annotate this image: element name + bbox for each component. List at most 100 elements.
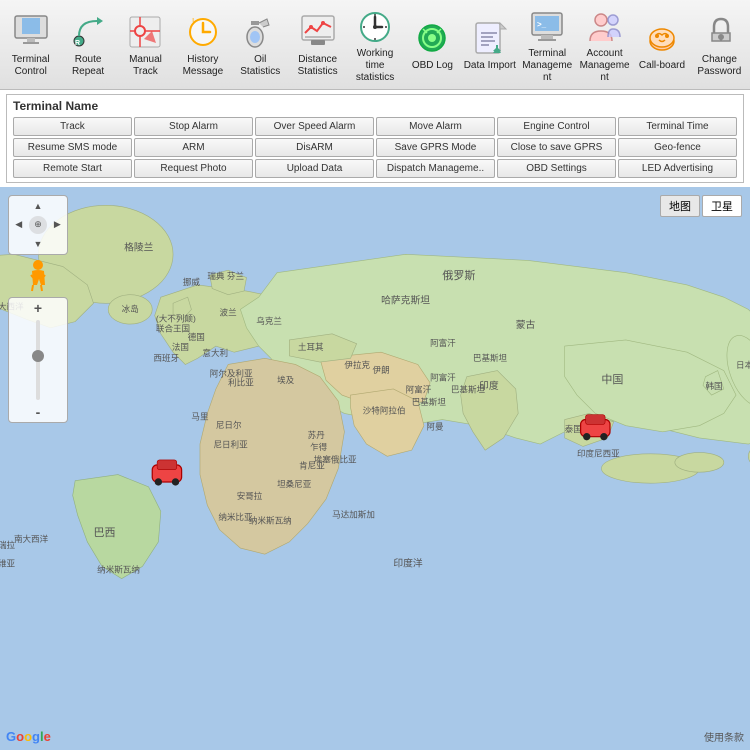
btn-led-advertising[interactable]: LED Advertising xyxy=(618,159,737,178)
btn-stop-alarm[interactable]: Stop Alarm xyxy=(134,117,253,136)
toolbar-label-change-password: Change Password xyxy=(693,54,746,78)
nav-down-btn[interactable]: ▼ xyxy=(28,235,47,254)
svg-text:巴西: 巴西 xyxy=(94,527,116,539)
toolbar-item-call-board[interactable]: Call-board xyxy=(633,16,690,74)
btn-terminal-time[interactable]: Terminal Time xyxy=(618,117,737,136)
nav-left-btn[interactable]: ◀ xyxy=(9,215,28,234)
toolbar-label-terminal-management: Terminal Management xyxy=(521,48,574,84)
svg-text:尼日尔: 尼日尔 xyxy=(216,419,242,430)
toolbar-label-call-board: Call-board xyxy=(639,60,685,72)
app: Terminal Control R Route Repeat xyxy=(0,0,750,750)
svg-text:沙特阿拉伯: 沙特阿拉伯 xyxy=(363,404,406,415)
btn-over-speed-alarm[interactable]: Over Speed Alarm xyxy=(255,117,374,136)
svg-text:联合王国: 联合王国 xyxy=(156,322,190,333)
map-terms[interactable]: 使用条款 xyxy=(704,729,744,744)
map-area: 巴西 格陵兰 冰岛 瑞典 芬兰 挪威 波兰 乌克兰 哈萨克斯坦 俄罗斯 蒙古 中… xyxy=(0,187,750,750)
toolbar-label-oil-statistics: Oil Statistics xyxy=(234,54,287,78)
track-icon xyxy=(125,12,165,52)
svg-text:波兰: 波兰 xyxy=(220,307,238,318)
toolbar-item-manual-track[interactable]: Manual Track xyxy=(117,10,174,80)
svg-text:尼日利亚: 尼日利亚 xyxy=(213,439,248,450)
svg-text:阿曼: 阿曼 xyxy=(426,421,444,431)
button-grid-row1: Track Stop Alarm Over Speed Alarm Move A… xyxy=(13,117,737,136)
svg-text:乍得: 乍得 xyxy=(310,441,328,452)
svg-text:马达加斯加: 马达加斯加 xyxy=(332,508,375,519)
toolbar-item-obd-log[interactable]: OBD Log xyxy=(404,16,461,74)
toolbar-label-data-import: Data Import xyxy=(464,60,516,72)
svg-text:意大利: 意大利 xyxy=(202,347,228,358)
toolbar-label-history-message: History Message xyxy=(176,54,229,78)
btn-close-save-gprs[interactable]: Close to save GPRS xyxy=(497,138,616,157)
svg-text:为瑞拉: 为瑞拉 xyxy=(0,539,16,550)
svg-text:乌克兰: 乌克兰 xyxy=(256,315,282,326)
svg-text:哈萨克斯坦: 哈萨克斯坦 xyxy=(381,293,430,306)
svg-text:蒙古: 蒙古 xyxy=(516,318,536,331)
svg-text:R: R xyxy=(75,40,80,47)
toolbar-item-history-message[interactable]: ! History Message xyxy=(174,10,231,80)
btn-arm[interactable]: ARM xyxy=(134,138,253,157)
zoom-out-btn[interactable]: - xyxy=(26,402,50,422)
svg-text:纳米比亚: 纳米比亚 xyxy=(218,511,253,522)
svg-text:俄罗斯: 俄罗斯 xyxy=(442,269,475,282)
toolbar-item-terminal-management[interactable]: >_ Terminal Management xyxy=(519,4,576,86)
svg-text:>_: >_ xyxy=(537,20,547,29)
toolbar-label-distance-statistics: Distance Statistics xyxy=(291,54,344,78)
account-icon xyxy=(585,6,625,46)
oil-icon xyxy=(240,12,280,52)
zoom-in-btn[interactable]: + xyxy=(26,298,50,318)
toolbar-item-route-repeat[interactable]: R Route Repeat xyxy=(59,10,116,80)
toolbar-label-obd-log: OBD Log xyxy=(412,60,453,72)
toolbar-label-working-time: Working time statistics xyxy=(348,48,401,84)
svg-text:肯尼亚: 肯尼亚 xyxy=(299,460,325,471)
btn-dispatch-management[interactable]: Dispatch Manageme.. xyxy=(376,159,495,178)
nav-up-btn[interactable]: ▲ xyxy=(28,196,47,215)
btn-save-gprs[interactable]: Save GPRS Mode xyxy=(376,138,495,157)
svg-text:阿富汗: 阿富汗 xyxy=(406,384,432,395)
zoom-thumb[interactable] xyxy=(32,350,44,362)
svg-text:日本: 日本 xyxy=(736,359,750,370)
import-icon xyxy=(470,18,510,58)
route-icon: R xyxy=(68,12,108,52)
pegman-area xyxy=(8,259,68,293)
btn-request-photo[interactable]: Request Photo xyxy=(134,159,253,178)
btn-engine-control[interactable]: Engine Control xyxy=(497,117,616,136)
map-satellite-btn[interactable]: 卫星 xyxy=(702,195,742,217)
nav-right-btn[interactable]: ▶ xyxy=(48,215,67,234)
toolbar-item-oil-statistics[interactable]: Oil Statistics xyxy=(232,10,289,80)
svg-text:印度尼西亚: 印度尼西亚 xyxy=(577,447,620,458)
google-watermark: Google xyxy=(6,729,51,744)
svg-text:巴基斯坦: 巴基斯坦 xyxy=(451,384,486,395)
svg-text:芬兰: 芬兰 xyxy=(227,270,245,281)
map-background[interactable]: 巴西 格陵兰 冰岛 瑞典 芬兰 挪威 波兰 乌克兰 哈萨克斯坦 俄罗斯 蒙古 中… xyxy=(0,187,750,750)
svg-text:韩国: 韩国 xyxy=(705,380,722,391)
toolbar-item-account-management[interactable]: Account Management xyxy=(576,4,633,86)
svg-text:冰岛: 冰岛 xyxy=(122,303,139,314)
svg-text:马里: 马里 xyxy=(191,412,209,422)
toolbar-item-distance-statistics[interactable]: Distance Statistics xyxy=(289,10,346,80)
toolbar-item-change-password[interactable]: Change Password xyxy=(691,10,748,80)
pegman-icon[interactable] xyxy=(27,259,49,293)
toolbar-item-working-time[interactable]: Working time statistics xyxy=(346,4,403,86)
btn-resume-sms[interactable]: Resume SMS mode xyxy=(13,138,132,157)
distance-icon xyxy=(298,12,338,52)
toolbar: Terminal Control R Route Repeat xyxy=(0,0,750,90)
btn-remote-start[interactable]: Remote Start xyxy=(13,159,132,178)
toolbar-item-data-import[interactable]: Data Import xyxy=(461,16,518,74)
terminal-icon: >_ xyxy=(527,6,567,46)
toolbar-label-manual-track: Manual Track xyxy=(119,54,172,78)
btn-disarm[interactable]: DisARM xyxy=(255,138,374,157)
svg-text:法国: 法国 xyxy=(172,341,189,352)
svg-text:巴基斯坦: 巴基斯坦 xyxy=(412,396,447,407)
button-grid-row2: Resume SMS mode ARM DisARM Save GPRS Mod… xyxy=(13,138,737,157)
clock-icon xyxy=(355,6,395,46)
btn-upload-data[interactable]: Upload Data xyxy=(255,159,374,178)
nav-center-btn[interactable]: ⊕ xyxy=(29,216,47,234)
btn-obd-settings[interactable]: OBD Settings xyxy=(497,159,616,178)
map-standard-btn[interactable]: 地图 xyxy=(660,195,700,217)
btn-move-alarm[interactable]: Move Alarm xyxy=(376,117,495,136)
svg-text:阿富汗: 阿富汗 xyxy=(430,337,456,348)
toolbar-item-terminal-control[interactable]: Terminal Control xyxy=(2,10,59,80)
btn-track[interactable]: Track xyxy=(13,117,132,136)
btn-geo-fence[interactable]: Geo-fence xyxy=(618,138,737,157)
svg-text:(大不列颠): (大不列颠) xyxy=(156,313,196,324)
